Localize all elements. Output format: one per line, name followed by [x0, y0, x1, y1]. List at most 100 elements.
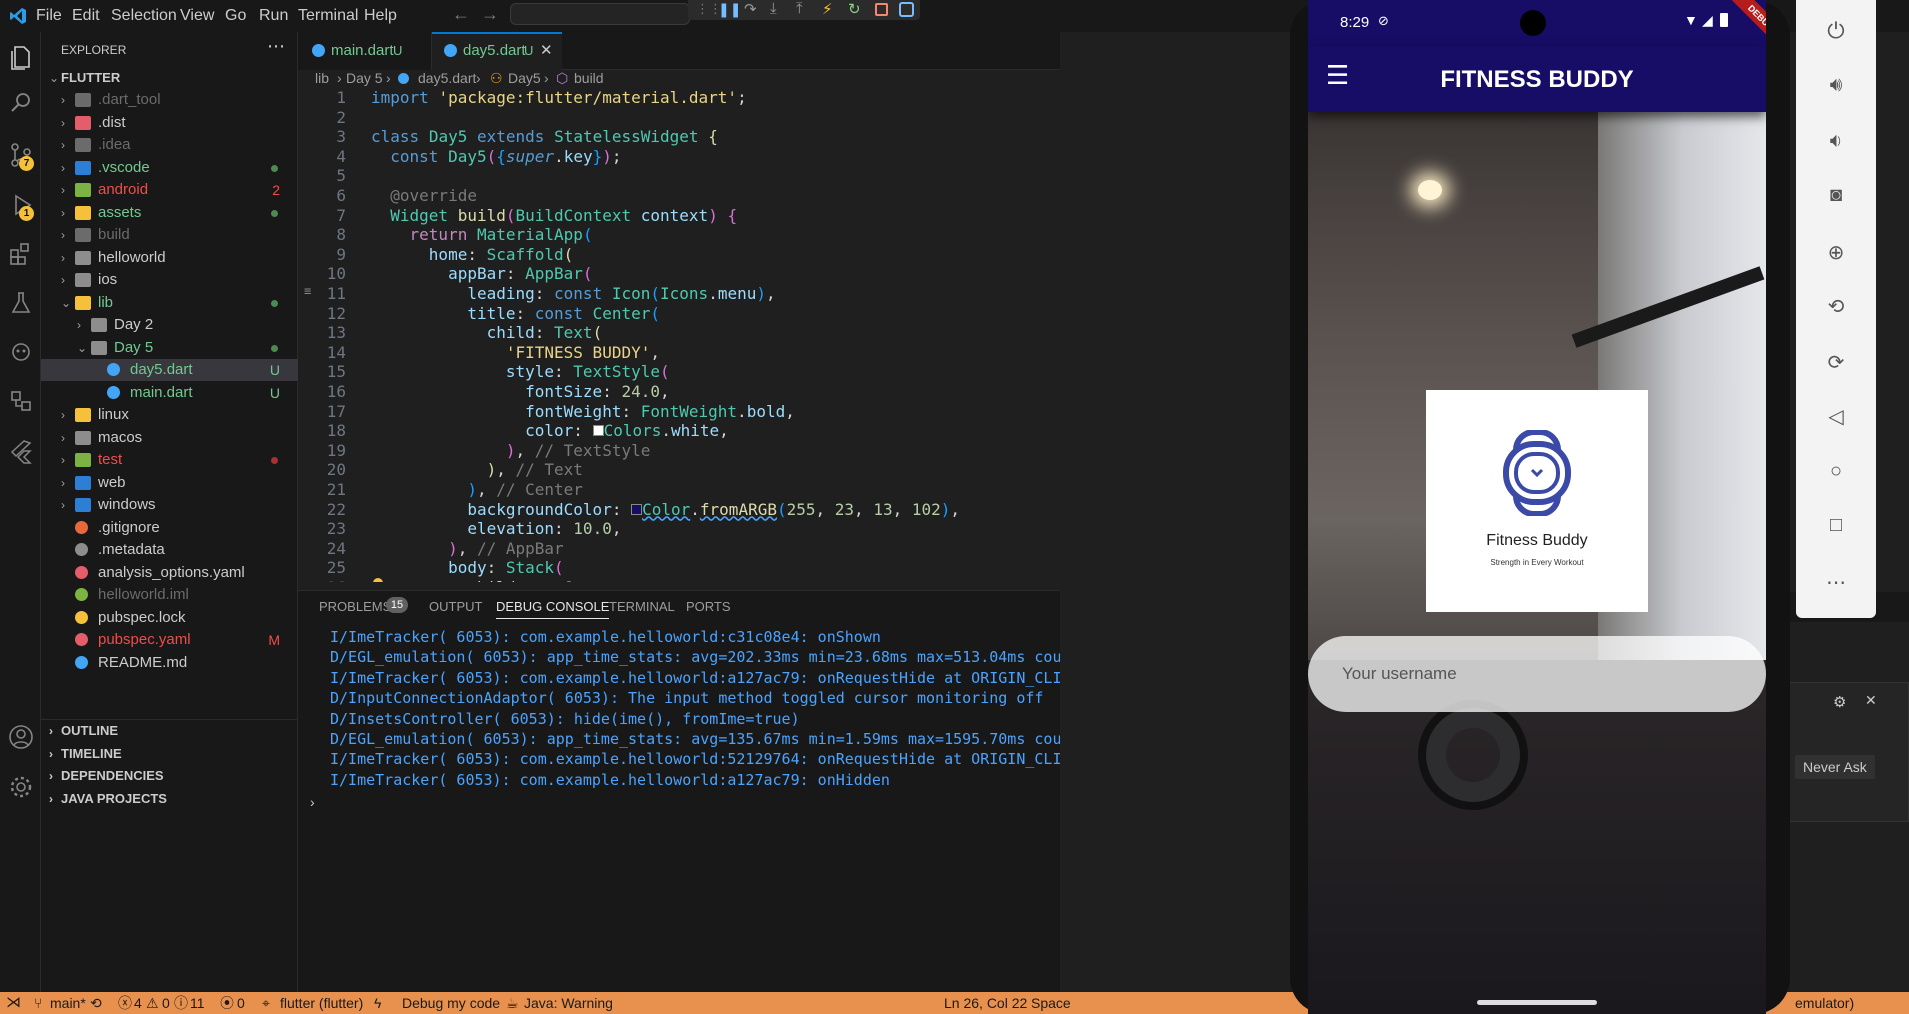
- tree-item-pubspec-yaml[interactable]: pubspec.yaml M: [41, 629, 298, 651]
- stop-icon[interactable]: [875, 3, 888, 16]
- tree-item-windows[interactable]: › windows: [41, 494, 298, 516]
- gesture-bar[interactable]: [1477, 1000, 1597, 1005]
- tree-item-day-2[interactable]: › Day 2: [41, 314, 298, 336]
- flutter-sdk[interactable]: flutter (flutter): [280, 992, 363, 1014]
- volume-down-icon[interactable]: 🔉︎: [1822, 130, 1850, 158]
- menu-run[interactable]: Run: [259, 7, 288, 25]
- notification-gear-icon[interactable]: ⚙: [1833, 693, 1846, 711]
- testing-icon[interactable]: [6, 288, 36, 318]
- chevron-down-icon[interactable]: ⌄: [61, 292, 71, 314]
- menu-view[interactable]: View: [180, 7, 214, 25]
- tree-item-assets[interactable]: › assets: [41, 202, 298, 224]
- crumb-day5-class[interactable]: Day5: [508, 70, 541, 86]
- command-center-search[interactable]: [510, 3, 690, 25]
- panel-tab-ports[interactable]: PORTS: [686, 599, 731, 614]
- crumb-build[interactable]: build: [574, 70, 604, 86]
- tree-item-day5-dart[interactable]: day5.dart U: [41, 359, 298, 381]
- chevron-right-icon[interactable]: ›: [61, 134, 65, 156]
- tree-item-ios[interactable]: › ios: [41, 269, 298, 291]
- back-arrow-icon[interactable]: ←: [452, 4, 470, 25]
- flutter-icon[interactable]: [6, 436, 36, 466]
- tree-item-day-5[interactable]: ⌄ Day 5: [41, 337, 298, 359]
- device-status[interactable]: emulator): [1795, 992, 1854, 1014]
- never-ask-button[interactable]: Never Ask: [1795, 755, 1875, 779]
- overview-icon[interactable]: □: [1822, 514, 1850, 542]
- panel-tab-problems[interactable]: PROBLEMS: [319, 599, 391, 614]
- power-icon[interactable]: ⏻: [1822, 18, 1850, 46]
- explorer-icon[interactable]: [6, 42, 36, 72]
- warning-count[interactable]: 0: [162, 992, 170, 1014]
- panel-tab-debug-console[interactable]: DEBUG CONSOLE: [496, 599, 610, 619]
- crumb-lib[interactable]: lib: [315, 70, 329, 86]
- panel-tab-terminal[interactable]: TERMINAL: [609, 599, 675, 614]
- camera-screenshot-icon[interactable]: ◙: [1822, 184, 1850, 212]
- inspect-widget-icon[interactable]: [899, 2, 914, 17]
- section-dependencies[interactable]: › DEPENDENCIES: [41, 765, 298, 787]
- tree-item-analysis-options-yaml[interactable]: analysis_options.yaml: [41, 562, 298, 584]
- info-count[interactable]: 11: [190, 992, 205, 1014]
- debug-my-code[interactable]: Debug my code: [402, 992, 500, 1014]
- section-outline[interactable]: › OUTLINE: [41, 719, 298, 741]
- tree-item-readme-md[interactable]: README.md: [41, 652, 298, 674]
- ports-count[interactable]: 0: [237, 992, 245, 1014]
- chevron-right-icon[interactable]: ›: [61, 247, 65, 269]
- chevron-right-icon[interactable]: ›: [61, 427, 65, 449]
- chevron-right-icon[interactable]: ›: [61, 404, 65, 426]
- lightbulb-icon[interactable]: [373, 578, 383, 582]
- search-icon[interactable]: [6, 88, 36, 118]
- chevron-right-icon[interactable]: ›: [61, 202, 65, 224]
- cursor-position[interactable]: Ln 26, Col 22: [944, 992, 1027, 1014]
- notification-close-icon[interactable]: ✕: [1865, 692, 1877, 709]
- tree-root[interactable]: ⌄ FLUTTER: [41, 67, 298, 89]
- tree-item-test[interactable]: › test: [41, 449, 298, 471]
- tree-item-main-dart[interactable]: main.dart U: [41, 382, 298, 404]
- settings-gear-icon[interactable]: [6, 772, 36, 802]
- chevron-right-icon[interactable]: ›: [61, 449, 65, 471]
- tree-item-idea[interactable]: › .idea: [41, 134, 298, 156]
- java-status[interactable]: Java: Warning: [524, 992, 613, 1014]
- menu-file[interactable]: File: [36, 7, 62, 25]
- home-icon[interactable]: ○: [1822, 460, 1850, 488]
- code-editor[interactable]: 1 2 3 4 5 6 7 8 9 10 11 12 13 14 15 16 17 18 19 20 21 22 23 24 2…: [298, 88, 1060, 582]
- chevron-right-icon[interactable]: ›: [61, 179, 65, 201]
- sync-icon[interactable]: ⟲: [90, 992, 102, 1014]
- chevron-right-icon[interactable]: ›: [61, 89, 65, 111]
- tree-item-dart-tool[interactable]: › .dart_tool: [41, 89, 298, 111]
- tree-item-build[interactable]: › build: [41, 224, 298, 246]
- close-tab-icon[interactable]: ✕: [540, 32, 553, 70]
- chevron-right-icon[interactable]: ›: [61, 494, 65, 516]
- step-over-icon[interactable]: ↷: [744, 0, 757, 18]
- forward-arrow-icon[interactable]: →: [481, 4, 499, 25]
- back-icon[interactable]: ◁: [1822, 404, 1850, 432]
- menu-terminal[interactable]: Terminal: [298, 7, 358, 25]
- rotate-right-icon[interactable]: ⟳: [1822, 350, 1850, 378]
- hot-reload-icon[interactable]: ⚡: [822, 0, 833, 18]
- crumb-day5-dart[interactable]: day5.dart: [418, 70, 476, 86]
- tree-item-gitignore[interactable]: .gitignore: [41, 517, 298, 539]
- tree-item-pubspec-lock[interactable]: pubspec.lock: [41, 607, 298, 629]
- tree-item-vscode[interactable]: › .vscode: [41, 157, 298, 179]
- tree-item-web[interactable]: › web: [41, 472, 298, 494]
- menu-selection[interactable]: Selection: [111, 7, 177, 25]
- section-timeline[interactable]: › TIMELINE: [41, 743, 298, 765]
- remote-icon[interactable]: ⋊: [6, 992, 21, 1014]
- menu-edit[interactable]: Edit: [72, 7, 100, 25]
- step-into-icon[interactable]: ⤓: [770, 0, 777, 17]
- git-branch[interactable]: main*: [50, 992, 86, 1014]
- chevron-down-icon[interactable]: ⌄: [77, 337, 87, 359]
- username-input[interactable]: Your username: [1308, 636, 1766, 712]
- fold-icon[interactable]: ≡: [304, 284, 311, 298]
- extensions-icon[interactable]: [6, 238, 36, 268]
- section-java-projects[interactable]: › JAVA PROJECTS: [41, 788, 298, 810]
- menu-help[interactable]: Help: [364, 7, 397, 25]
- pause-icon[interactable]: ❚❚: [718, 1, 741, 18]
- crumb-day5-folder[interactable]: Day 5: [346, 70, 383, 86]
- remote-explorer-icon[interactable]: [6, 338, 36, 368]
- chevron-right-icon[interactable]: ›: [61, 224, 65, 246]
- console-prompt-icon[interactable]: ›: [310, 794, 315, 810]
- more-actions-icon[interactable]: ⋯: [267, 36, 285, 57]
- indentation[interactable]: Space: [1031, 992, 1071, 1014]
- chevron-right-icon[interactable]: ›: [77, 314, 81, 336]
- zoom-icon[interactable]: ⊕: [1822, 240, 1850, 268]
- tab-day5-dart[interactable]: day5.dart U ✕: [432, 32, 562, 70]
